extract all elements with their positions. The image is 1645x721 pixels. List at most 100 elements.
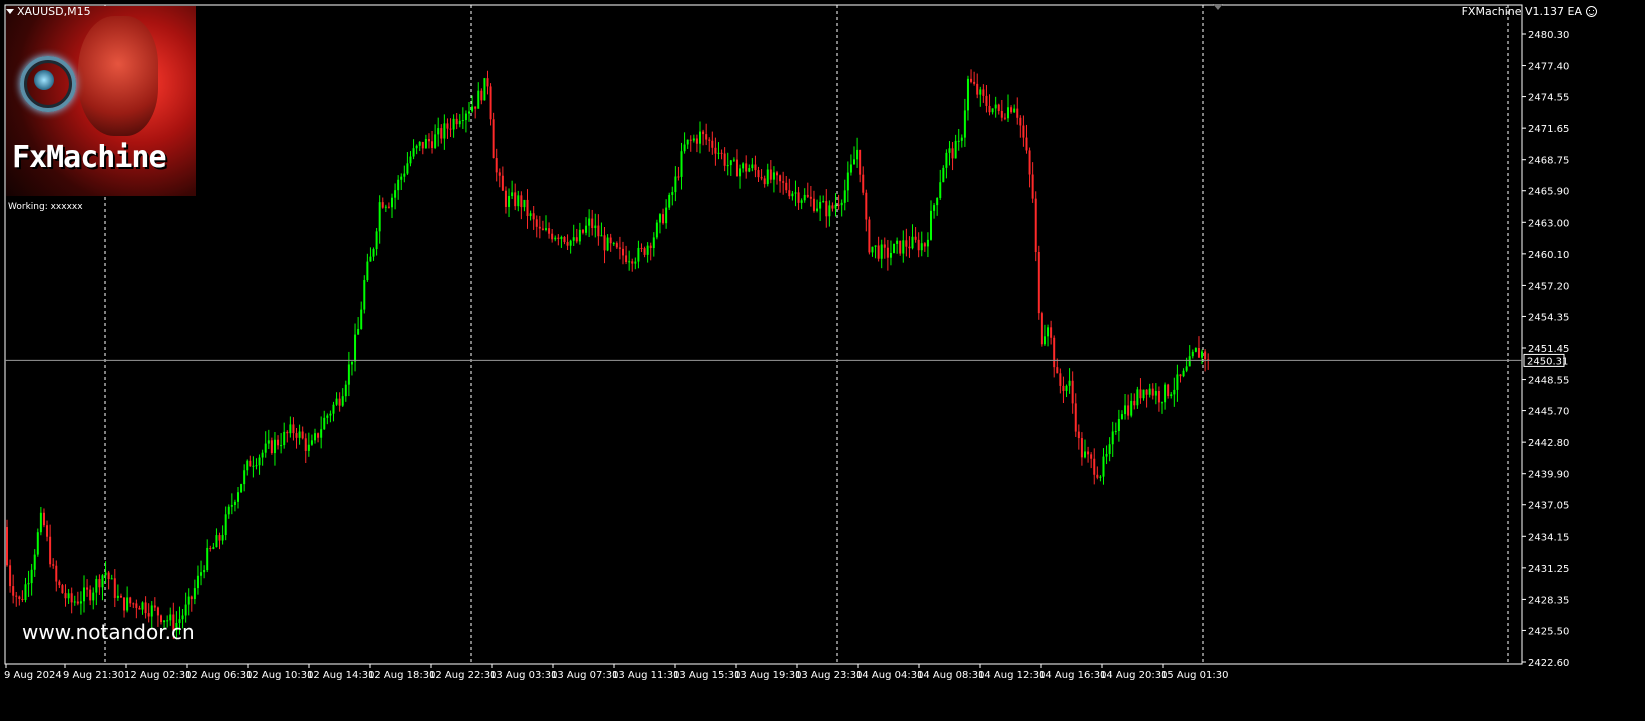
x-tick-label: 13 Aug 03:30	[490, 670, 557, 681]
bull-candle	[680, 151, 683, 177]
bear-candle	[317, 433, 320, 438]
bear-candle	[492, 119, 495, 159]
bull-candle	[375, 231, 378, 250]
y-tick-label: 2434.15	[1528, 532, 1569, 543]
logo-text: FxMachine	[12, 140, 167, 175]
bear-candle	[138, 607, 141, 610]
ea-indicator[interactable]: FXMachine V1.137 EA	[1462, 5, 1597, 18]
bull-candle	[230, 505, 233, 507]
bear-candle	[914, 236, 917, 240]
bull-candle	[1191, 351, 1194, 357]
smiley-icon[interactable]	[1586, 6, 1597, 17]
bear-candle	[985, 95, 988, 106]
bull-candle	[846, 172, 849, 191]
bear-candle	[209, 547, 212, 549]
bear-candle	[286, 431, 289, 434]
bull-candle	[674, 176, 677, 193]
bear-candle	[107, 572, 110, 580]
x-tick-label: 13 Aug 23:30	[795, 670, 862, 681]
bear-candle	[622, 248, 624, 256]
dropdown-triangle-icon[interactable]	[6, 9, 14, 14]
bear-candle	[1157, 391, 1160, 403]
bull-candle	[196, 575, 199, 589]
bear-candle	[997, 104, 1000, 112]
bull-candle	[889, 252, 892, 258]
bear-candle	[49, 536, 52, 565]
bull-candle	[227, 506, 230, 515]
bear-candle	[86, 587, 89, 590]
bear-candle	[538, 226, 541, 229]
bear-candle	[277, 439, 280, 446]
bear-candle	[301, 431, 304, 439]
x-tick-label: 12 Aug 22:30	[429, 670, 496, 681]
bear-candle	[1031, 174, 1034, 199]
bear-candle	[776, 172, 778, 176]
bear-candle	[9, 565, 12, 587]
bear-candle	[480, 90, 483, 101]
bull-candle	[406, 163, 409, 174]
bear-candle	[982, 89, 985, 96]
plot-frame	[4, 4, 1523, 665]
bull-candle	[215, 535, 218, 548]
bear-candle	[449, 128, 452, 130]
bear-candle	[1080, 438, 1083, 458]
bull-candle	[948, 148, 951, 153]
bull-candle	[871, 246, 874, 253]
bear-candle	[135, 603, 138, 608]
y-tick-label: 2439.90	[1528, 470, 1569, 481]
bear-candle	[55, 565, 58, 582]
bull-candle	[252, 465, 255, 467]
symbol-selector[interactable]: XAUUSD,M15	[6, 5, 91, 18]
bull-candle	[646, 245, 649, 255]
bear-candle	[1127, 405, 1130, 416]
bear-candle	[868, 219, 871, 253]
bull-candle	[1154, 391, 1157, 396]
bear-candle	[21, 599, 24, 601]
bull-candle	[634, 261, 637, 264]
bear-candle	[735, 159, 738, 177]
ea-name-label: FXMachine V1.137 EA	[1461, 5, 1582, 18]
bull-candle	[853, 159, 855, 165]
fxmachine-logo: FxMachine	[6, 6, 196, 196]
bear-candle	[976, 83, 979, 95]
bear-candle	[218, 535, 221, 541]
bear-candle	[708, 139, 711, 141]
bear-candle	[785, 182, 788, 191]
bull-candle	[874, 245, 877, 247]
bear-candle	[504, 190, 507, 207]
y-tick-label: 2445.70	[1528, 407, 1569, 418]
bull-candle	[896, 240, 899, 244]
bear-candle	[89, 589, 92, 601]
bear-candle	[249, 460, 252, 467]
bear-candle	[883, 244, 886, 248]
y-tick-label: 2422.60	[1528, 658, 1569, 669]
bull-candle	[683, 144, 686, 152]
bull-candle	[233, 501, 236, 506]
bear-candle	[649, 245, 652, 249]
bear-candle	[625, 255, 628, 262]
bull-candle	[665, 207, 668, 224]
bull-candle	[150, 605, 153, 617]
bull-candle	[378, 202, 381, 232]
bear-candle	[446, 123, 449, 129]
bear-candle	[837, 204, 840, 206]
bear-candle	[147, 613, 150, 617]
candlestick-chart[interactable]: 2480.30 2477.40 2474.55 2471.65 2468.75 2465.…	[0, 0, 1645, 721]
bull-candle	[83, 587, 85, 602]
bull-candle	[926, 239, 929, 247]
bull-candle	[67, 593, 70, 599]
bull-candle	[954, 140, 957, 159]
bull-candle	[221, 535, 224, 541]
chart-area[interactable]: 2480.30 2477.40 2474.55 2471.65 2468.75 2465.…	[0, 0, 1645, 721]
bull-candle	[840, 202, 843, 206]
bear-candle	[52, 564, 55, 566]
bull-candle	[594, 225, 597, 229]
bear-candle	[859, 149, 862, 175]
bull-candle	[1176, 374, 1179, 390]
chart-shift-marker-icon[interactable]	[1213, 4, 1223, 10]
bull-candle	[95, 579, 98, 593]
bull-candle	[30, 569, 33, 584]
bear-candle	[973, 81, 976, 84]
bull-candle	[957, 140, 960, 142]
bull-candle	[517, 195, 520, 207]
